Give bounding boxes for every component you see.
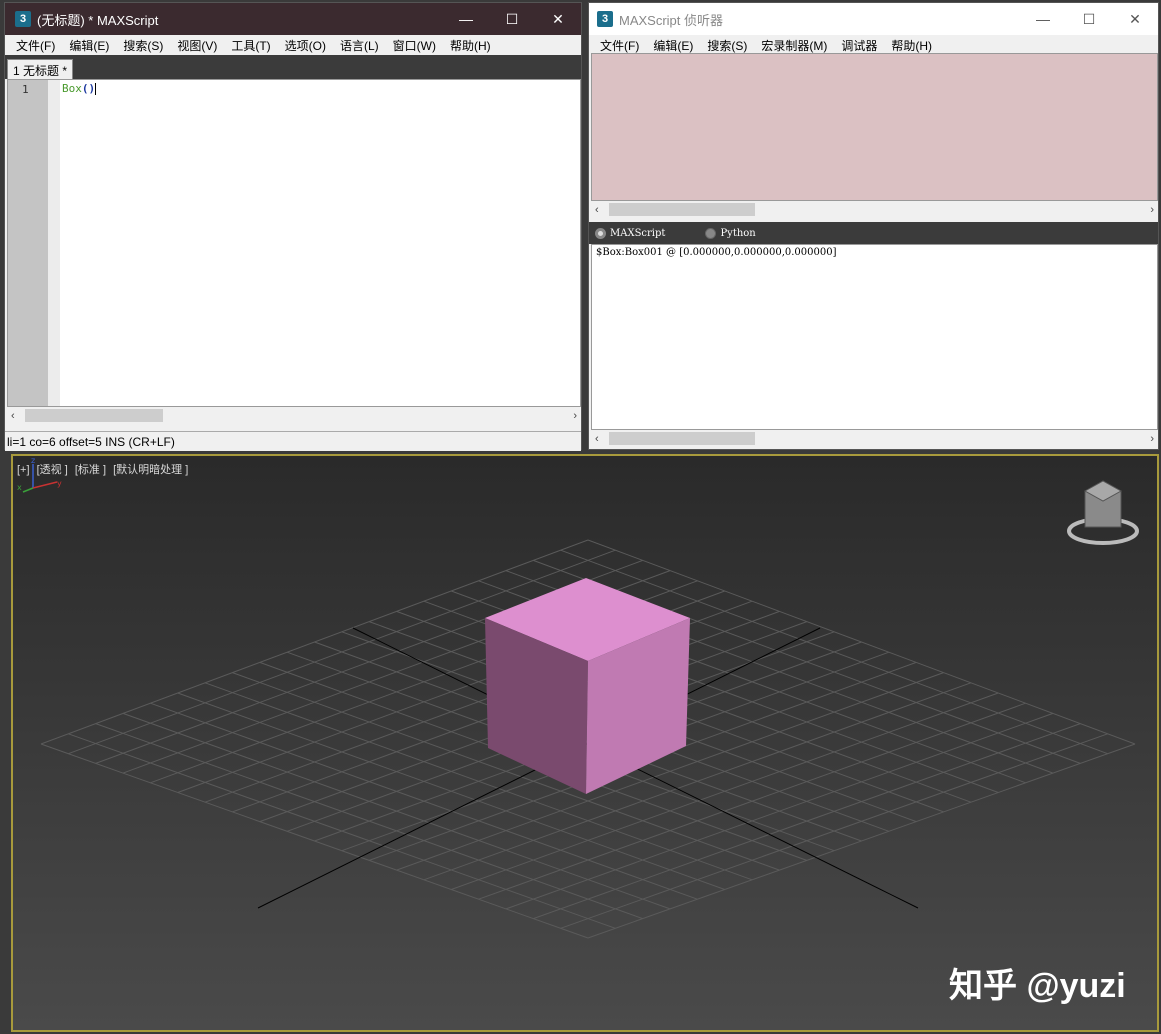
- fold-margin: [48, 80, 60, 406]
- line-number-gutter: 1: [8, 80, 48, 406]
- editor-horizontal-scrollbar[interactable]: ‹ ›: [7, 407, 581, 424]
- code-editor[interactable]: 1 Box(): [7, 79, 581, 407]
- tab-untitled[interactable]: 1 无标题 *: [7, 59, 73, 79]
- menu-file[interactable]: 文件(F): [593, 37, 646, 54]
- close-icon[interactable]: ✕: [535, 3, 581, 35]
- scene-canvas[interactable]: [13, 456, 1159, 1032]
- menu-search[interactable]: 搜索(S): [116, 37, 170, 54]
- editor-statusbar: li=1 co=6 offset=5 INS (CR+LF): [5, 431, 581, 451]
- radio-python-label: Python: [720, 228, 755, 239]
- editor-menubar: 文件(F) 编辑(E) 搜索(S) 视图(V) 工具(T) 选项(O) 语言(L…: [5, 35, 581, 55]
- maximize-icon[interactable]: ☐: [489, 3, 535, 35]
- scroll-right-icon[interactable]: ›: [1150, 204, 1154, 216]
- menu-edit[interactable]: 编辑(E): [646, 37, 700, 54]
- axis-tripod-icon: z x y: [13, 456, 63, 496]
- editor-title: (无标题) * MAXScript: [37, 10, 443, 29]
- listener-title: MAXScript 侦听器: [619, 10, 1020, 29]
- radio-maxscript-label: MAXScript: [610, 228, 665, 239]
- minimize-icon[interactable]: —: [1020, 3, 1066, 35]
- editor-titlebar[interactable]: 3 (无标题) * MAXScript — ☐ ✕: [5, 3, 581, 35]
- menu-file[interactable]: 文件(F): [9, 37, 62, 54]
- maxscript-editor-window: 3 (无标题) * MAXScript — ☐ ✕ 文件(F) 编辑(E) 搜索…: [4, 2, 582, 450]
- scroll-thumb[interactable]: [609, 432, 755, 445]
- maximize-icon[interactable]: ☐: [1066, 3, 1112, 35]
- menu-help[interactable]: 帮助(H): [884, 37, 939, 54]
- scroll-left-icon[interactable]: ‹: [11, 410, 15, 422]
- listener-menubar: 文件(F) 编辑(E) 搜索(S) 宏录制器(M) 调试器 帮助(H): [589, 35, 1158, 55]
- editor-tabstrip: 1 无标题 *: [5, 55, 581, 79]
- menu-window[interactable]: 窗口(W): [386, 37, 443, 54]
- axis-x-label: x: [17, 483, 22, 492]
- code-identifier: Box: [62, 82, 82, 95]
- menu-language[interactable]: 语言(L): [333, 37, 386, 54]
- scroll-thumb[interactable]: [25, 409, 163, 422]
- output-horizontal-scrollbar[interactable]: ‹ ›: [591, 430, 1158, 447]
- macro-horizontal-scrollbar[interactable]: ‹ ›: [591, 201, 1158, 218]
- scroll-thumb[interactable]: [609, 203, 755, 216]
- menu-tools[interactable]: 工具(T): [224, 37, 277, 54]
- radio-python[interactable]: Python: [705, 228, 755, 239]
- close-icon[interactable]: ✕: [1112, 3, 1158, 35]
- menu-search[interactable]: 搜索(S): [700, 37, 754, 54]
- max-app-icon: 3: [15, 11, 31, 27]
- viewport-shading-label[interactable]: [默认明暗处理 ]: [113, 464, 188, 476]
- maxscript-listener-window: 3 MAXScript 侦听器 — ☐ ✕ 文件(F) 编辑(E) 搜索(S) …: [588, 2, 1159, 450]
- max-app-icon: 3: [597, 11, 613, 27]
- axis-y-label: y: [57, 479, 62, 488]
- radio-on-icon: [595, 228, 606, 239]
- menu-view[interactable]: 视图(V): [170, 37, 224, 54]
- radio-off-icon: [705, 228, 716, 239]
- line-number: 1: [22, 83, 29, 96]
- listener-titlebar[interactable]: 3 MAXScript 侦听器 — ☐ ✕: [589, 3, 1158, 35]
- watermark-text: 知乎 @yuzi: [949, 958, 1126, 1007]
- menu-help[interactable]: 帮助(H): [443, 37, 498, 54]
- menu-debugger[interactable]: 调试器: [834, 37, 884, 54]
- minimize-icon[interactable]: —: [443, 3, 489, 35]
- menu-macro-recorder[interactable]: 宏录制器(M): [754, 37, 834, 54]
- listener-output[interactable]: $Box:Box001 @ [0.000000,0.000000,0.00000…: [591, 244, 1158, 430]
- axis-z-label: z: [31, 456, 35, 465]
- scroll-left-icon[interactable]: ‹: [595, 204, 599, 216]
- code-line[interactable]: Box(): [62, 82, 96, 95]
- grid-line: [588, 744, 1135, 938]
- code-parens: (): [82, 82, 95, 95]
- menu-options[interactable]: 选项(O): [278, 37, 333, 54]
- viewport-standard-label[interactable]: [标准 ]: [75, 464, 106, 476]
- output-line: $Box:Box001 @ [0.000000,0.000000,0.00000…: [596, 247, 837, 258]
- scroll-left-icon[interactable]: ‹: [595, 433, 599, 445]
- perspective-viewport[interactable]: [+] [透视 ] [标准 ] [默认明暗处理 ] z x y 知乎 @yuzi: [11, 454, 1159, 1032]
- language-radio-strip: MAXScript Python: [589, 222, 1158, 244]
- text-caret: [95, 83, 96, 95]
- macro-recorder-pane[interactable]: [591, 53, 1158, 201]
- viewcube-icon[interactable]: [1069, 481, 1137, 543]
- scroll-right-icon[interactable]: ›: [1150, 433, 1154, 445]
- scroll-right-icon[interactable]: ›: [573, 410, 577, 422]
- menu-edit[interactable]: 编辑(E): [62, 37, 116, 54]
- radio-maxscript[interactable]: MAXScript: [595, 228, 665, 239]
